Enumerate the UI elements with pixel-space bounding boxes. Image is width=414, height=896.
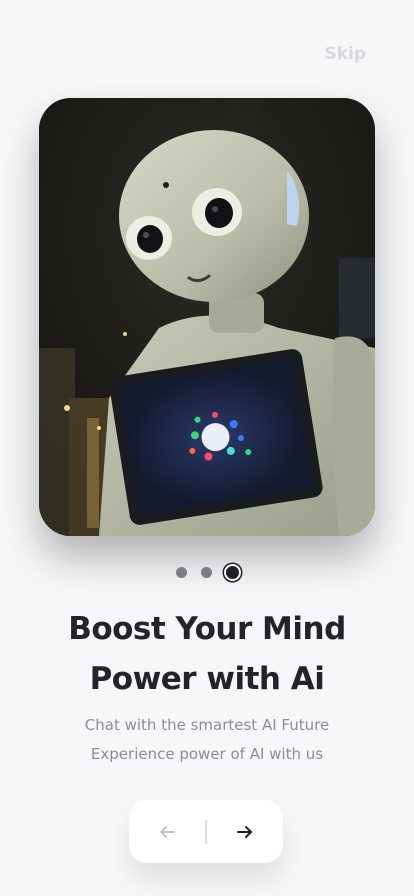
pagination-dots (0, 566, 414, 579)
pagination-dot[interactable] (175, 567, 187, 578)
onboarding-title: Boost Your Mind Power with Ai (0, 604, 414, 704)
subtitle-line: Experience power of AI with us (90, 745, 324, 763)
next-button[interactable] (207, 800, 283, 863)
pagination-dot[interactable] (200, 567, 212, 578)
pagination-dot-active[interactable] (225, 566, 239, 579)
arrow-right-icon (236, 825, 252, 838)
title-line: Power with Ai (89, 661, 325, 697)
subtitle-line: Chat with the smartest AI Future (84, 716, 330, 734)
arrow-left-icon (160, 825, 176, 838)
title-line: Boost Your Mind (68, 611, 346, 647)
back-button[interactable] (129, 800, 205, 863)
skip-button[interactable]: Skip (324, 44, 366, 64)
onboarding-nav (129, 800, 283, 863)
onboarding-subtitle: Chat with the smartest AI Future Experie… (0, 711, 414, 769)
hero-image (39, 98, 375, 536)
